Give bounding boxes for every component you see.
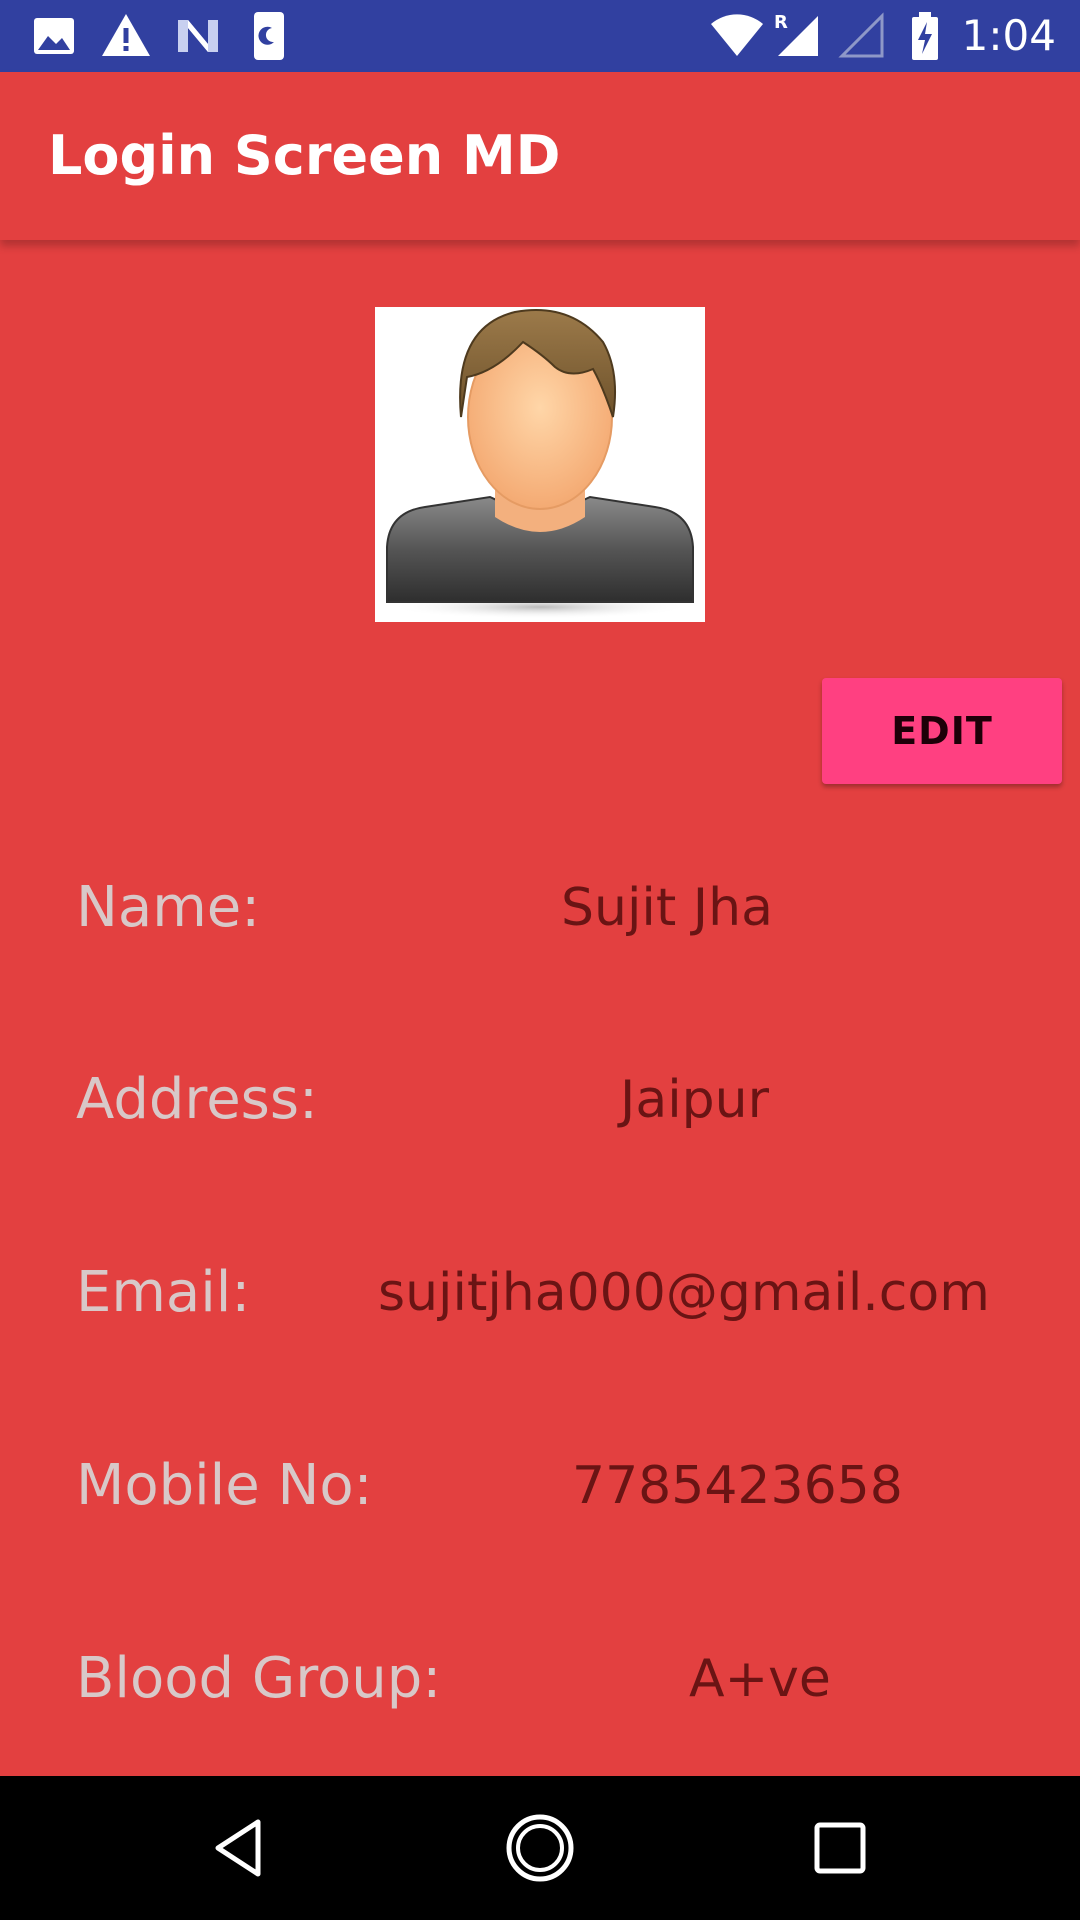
app-title: Login Screen MD <box>48 124 561 187</box>
status-time: 1:04 <box>961 11 1056 60</box>
app-bar: Login Screen MD <box>0 72 1080 240</box>
profile-row-name: Name: Sujit Jha <box>0 858 1080 958</box>
night-mode-icon <box>252 12 286 60</box>
email-value: sujitjha000@gmail.com <box>378 1263 990 1323</box>
email-label: Email: <box>76 1260 251 1325</box>
profile-row-address: Address: Jaipur <box>0 1050 1080 1150</box>
address-value: Jaipur <box>620 1070 769 1130</box>
battery-charging-icon <box>910 12 940 60</box>
profile-row-email: Email: sujitjha000@gmail.com <box>0 1243 1080 1343</box>
profile-row-blood-group: Blood Group: A+ve <box>0 1629 1080 1729</box>
recents-icon <box>814 1822 866 1874</box>
mobile-value: 7785423658 <box>572 1456 903 1516</box>
signal-roaming-icon: R <box>774 12 822 60</box>
back-button[interactable] <box>204 1812 276 1884</box>
signal-empty-icon <box>838 12 886 60</box>
back-icon <box>215 1819 261 1877</box>
home-button[interactable] <box>504 1812 576 1884</box>
avatar <box>375 307 705 622</box>
mobile-label: Mobile No: <box>76 1453 373 1518</box>
home-icon <box>506 1814 574 1882</box>
recents-button[interactable] <box>804 1812 876 1884</box>
blood-group-label: Blood Group: <box>76 1646 442 1711</box>
n-logo-icon <box>174 12 222 60</box>
name-value: Sujit Jha <box>561 878 773 938</box>
roaming-letter: R <box>774 12 788 33</box>
image-icon <box>30 12 78 60</box>
blood-group-value: A+ve <box>689 1649 831 1709</box>
warning-icon <box>100 12 152 60</box>
edit-button[interactable]: EDIT <box>822 678 1062 784</box>
nav-bar <box>0 1776 1080 1920</box>
wifi-icon <box>710 12 764 60</box>
status-bar: R 1:04 <box>0 0 1080 72</box>
user-avatar-icon <box>386 309 694 619</box>
name-label: Name: <box>76 875 261 940</box>
address-label: Address: <box>76 1067 318 1132</box>
profile-row-mobile: Mobile No: 7785423658 <box>0 1436 1080 1536</box>
